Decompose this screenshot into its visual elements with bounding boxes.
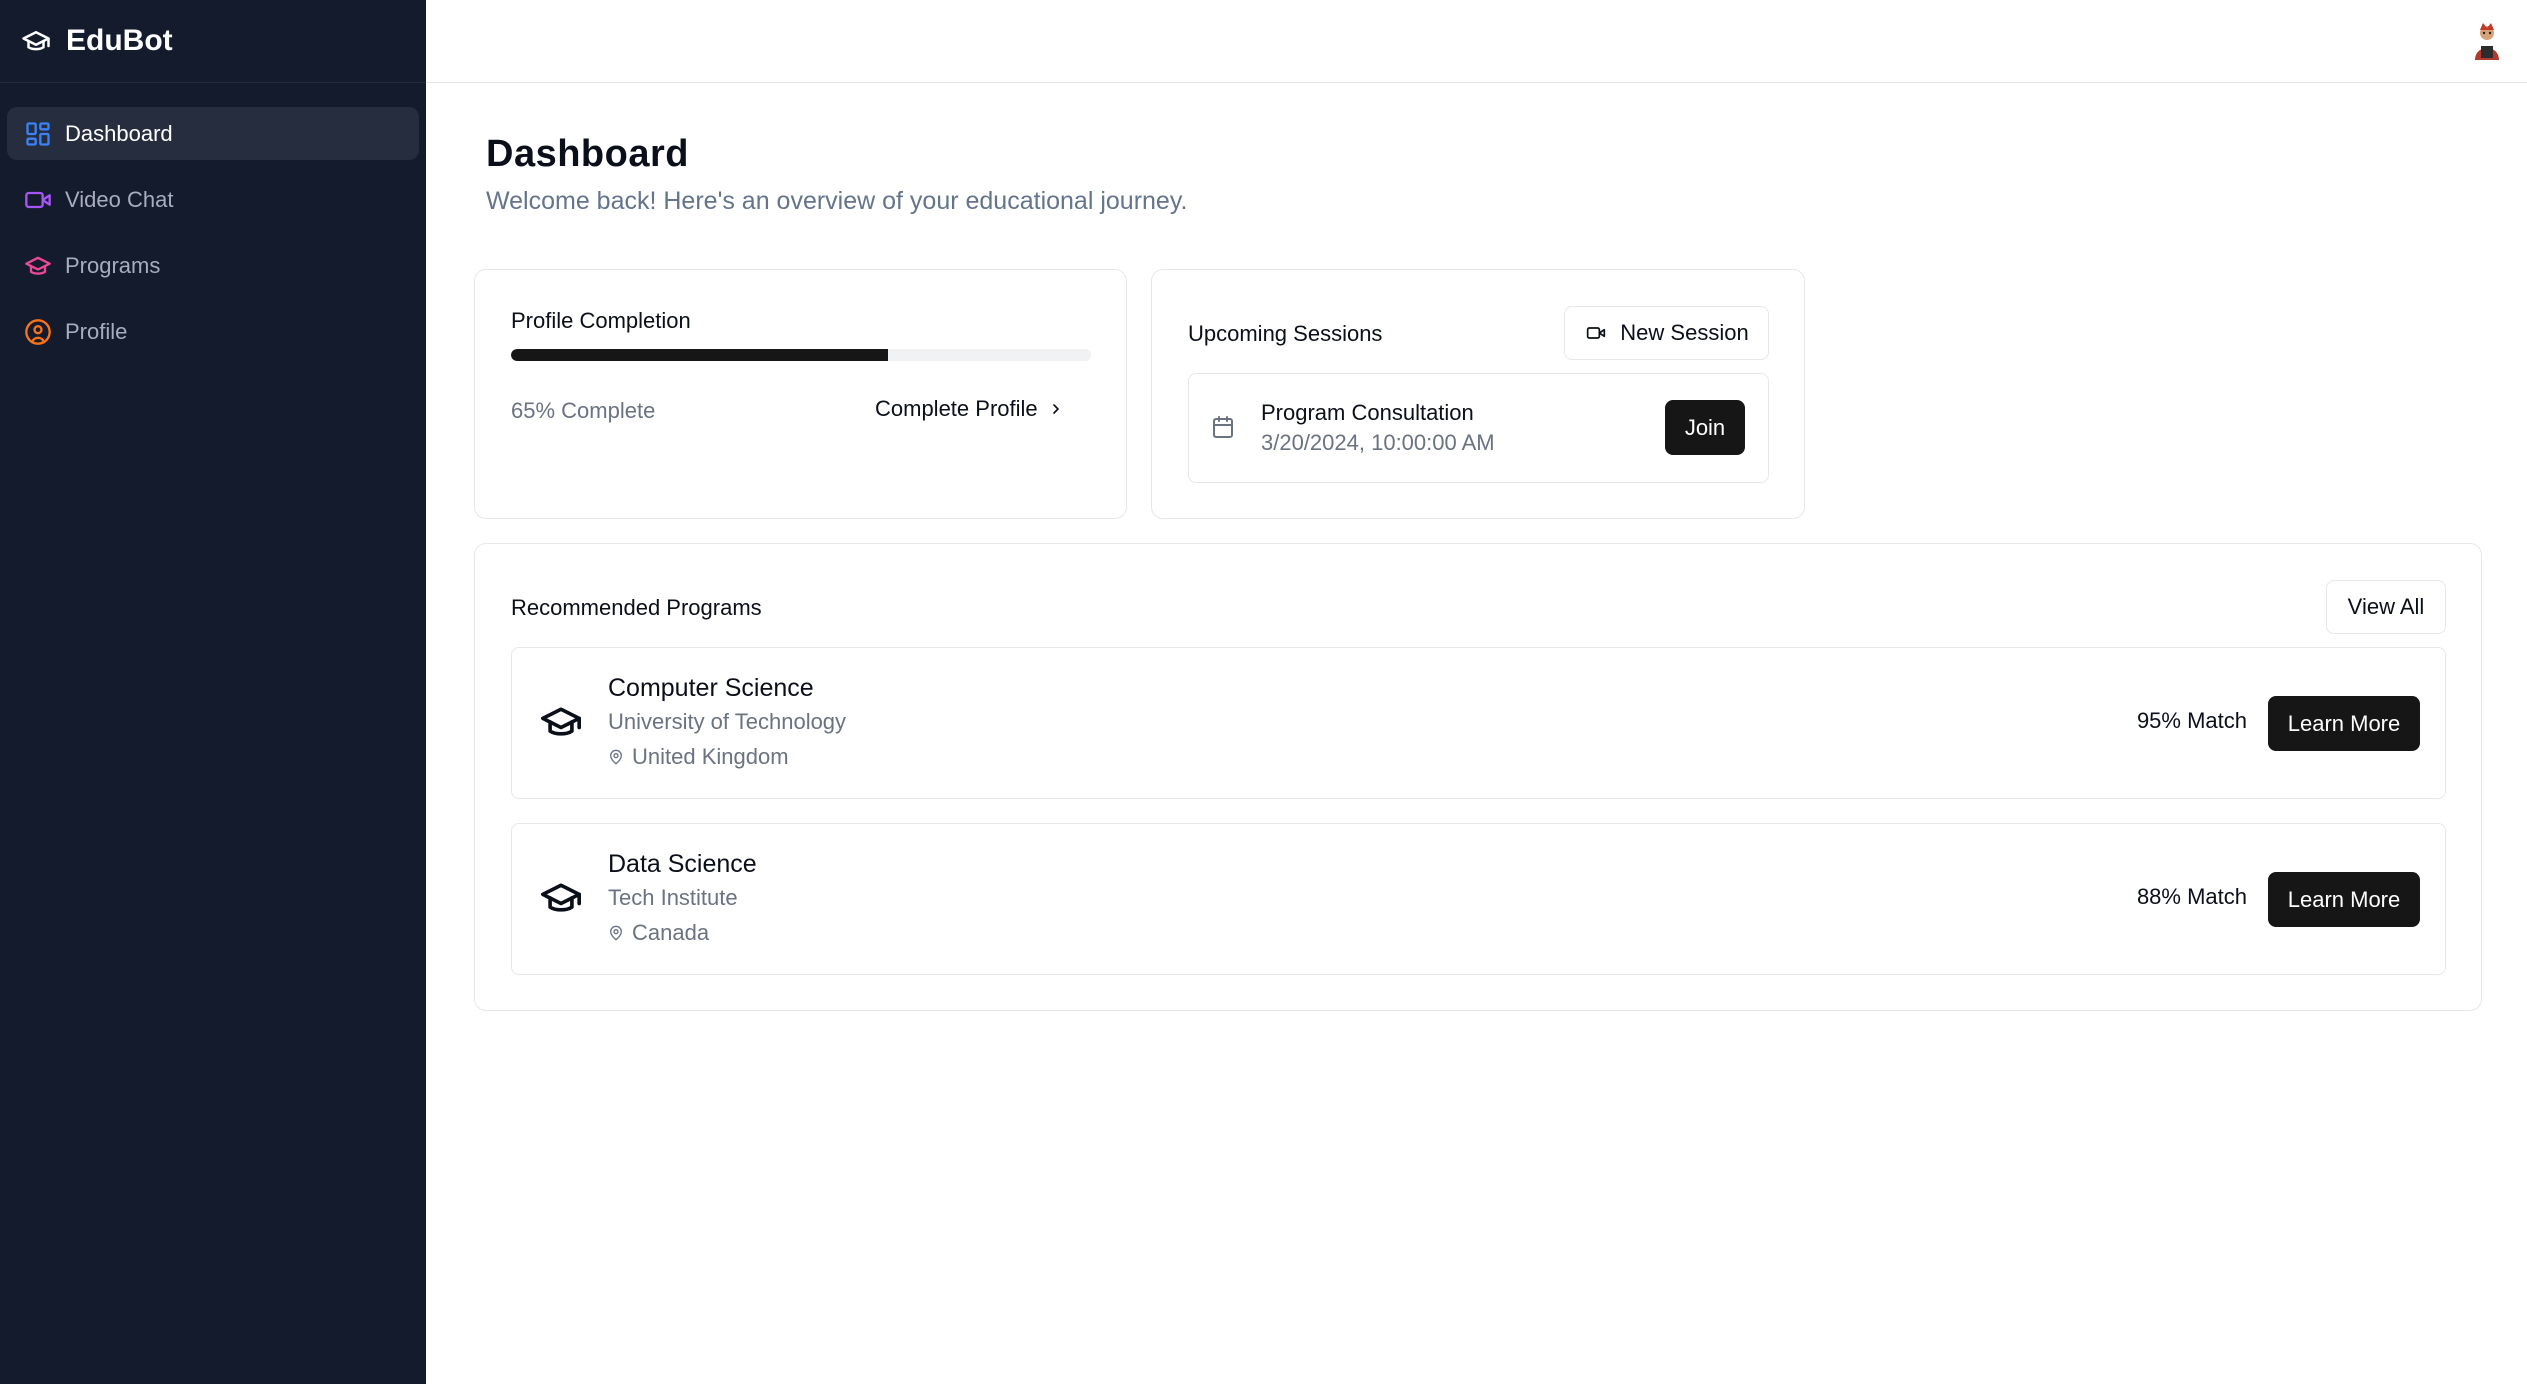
program-name: Computer Science <box>608 674 814 702</box>
complete-profile-link[interactable]: Complete Profile <box>875 396 1066 422</box>
brand[interactable]: EduBot <box>0 0 426 83</box>
video-icon <box>1584 322 1610 344</box>
graduation-cap-icon <box>538 878 584 918</box>
user-circle-icon <box>23 317 53 347</box>
program-location: United Kingdom <box>608 744 789 770</box>
session-title: Program Consultation <box>1261 400 1474 425</box>
main-content: Dashboard Welcome back! Here's an overvi… <box>426 83 2527 1384</box>
video-icon <box>23 185 53 215</box>
learn-more-button[interactable]: Learn More <box>2268 872 2420 927</box>
page-title: Dashboard <box>486 133 689 175</box>
program-match: 88% Match <box>2136 884 2247 909</box>
view-all-button[interactable]: View All <box>2326 580 2446 634</box>
sidebar-item-video-chat[interactable]: Video Chat <box>7 173 419 226</box>
graduation-cap-icon <box>18 23 54 59</box>
program-institution: Tech Institute <box>608 885 738 910</box>
page-subtitle: Welcome back! Here's an overview of your… <box>486 187 1188 215</box>
session-time: 3/20/2024, 10:00:00 AM <box>1261 430 1495 455</box>
recommended-programs-card: Recommended Programs View All Computer S… <box>474 543 2482 1011</box>
program-institution: University of Technology <box>608 709 847 734</box>
sidebar-item-label: Profile <box>65 318 128 344</box>
user-avatar[interactable] <box>2467 20 2507 62</box>
progress-text: 65% Complete <box>511 398 656 423</box>
complete-profile-label: Complete Profile <box>875 396 1038 421</box>
program-location-text: Canada <box>632 920 710 945</box>
card-title: Profile Completion <box>511 308 691 333</box>
layout-grid-icon <box>23 119 53 149</box>
card-title: Upcoming Sessions <box>1188 321 1383 346</box>
chevron-right-icon <box>1048 400 1066 418</box>
card-title: Recommended Programs <box>511 595 762 620</box>
program-item: Data Science Tech Institute Canada 88% M… <box>511 823 2446 975</box>
graduation-cap-icon <box>538 702 584 742</box>
progress-fill <box>511 349 888 361</box>
program-name: Data Science <box>608 850 757 878</box>
sidebar-item-label: Programs <box>65 252 161 278</box>
top-bar <box>426 0 2527 83</box>
graduation-cap-icon <box>23 251 53 281</box>
new-session-label: New Session <box>1620 320 1749 345</box>
sidebar-item-profile[interactable]: Profile <box>7 305 419 358</box>
join-button[interactable]: Join <box>1665 400 1745 455</box>
map-pin-icon <box>608 747 626 767</box>
profile-completion-card: Profile Completion 65% Complete Complete… <box>474 269 1127 519</box>
brand-name: EduBot <box>66 24 173 57</box>
sidebar-item-label: Video Chat <box>65 186 174 212</box>
sidebar-item-dashboard[interactable]: Dashboard <box>7 107 419 160</box>
session-item: Program Consultation 3/20/2024, 10:00:00… <box>1188 373 1769 483</box>
sidebar-nav: Dashboard Video Chat Programs Profile <box>0 83 426 358</box>
profile-progress-bar <box>511 349 1091 361</box>
program-location: Canada <box>608 920 709 946</box>
calendar-icon <box>1211 414 1235 440</box>
sidebar: EduBot Dashboard Video Chat Programs Pro… <box>0 0 426 1384</box>
sidebar-item-label: Dashboard <box>65 120 173 146</box>
program-location-text: United Kingdom <box>632 744 789 769</box>
map-pin-icon <box>608 923 626 943</box>
program-item: Computer Science University of Technolog… <box>511 647 2446 799</box>
learn-more-button[interactable]: Learn More <box>2268 696 2420 751</box>
upcoming-sessions-card: Upcoming Sessions New Session Program Co… <box>1151 269 1805 519</box>
sidebar-item-programs[interactable]: Programs <box>7 239 419 292</box>
program-match: 95% Match <box>2136 708 2247 733</box>
new-session-button[interactable]: New Session <box>1564 306 1769 360</box>
